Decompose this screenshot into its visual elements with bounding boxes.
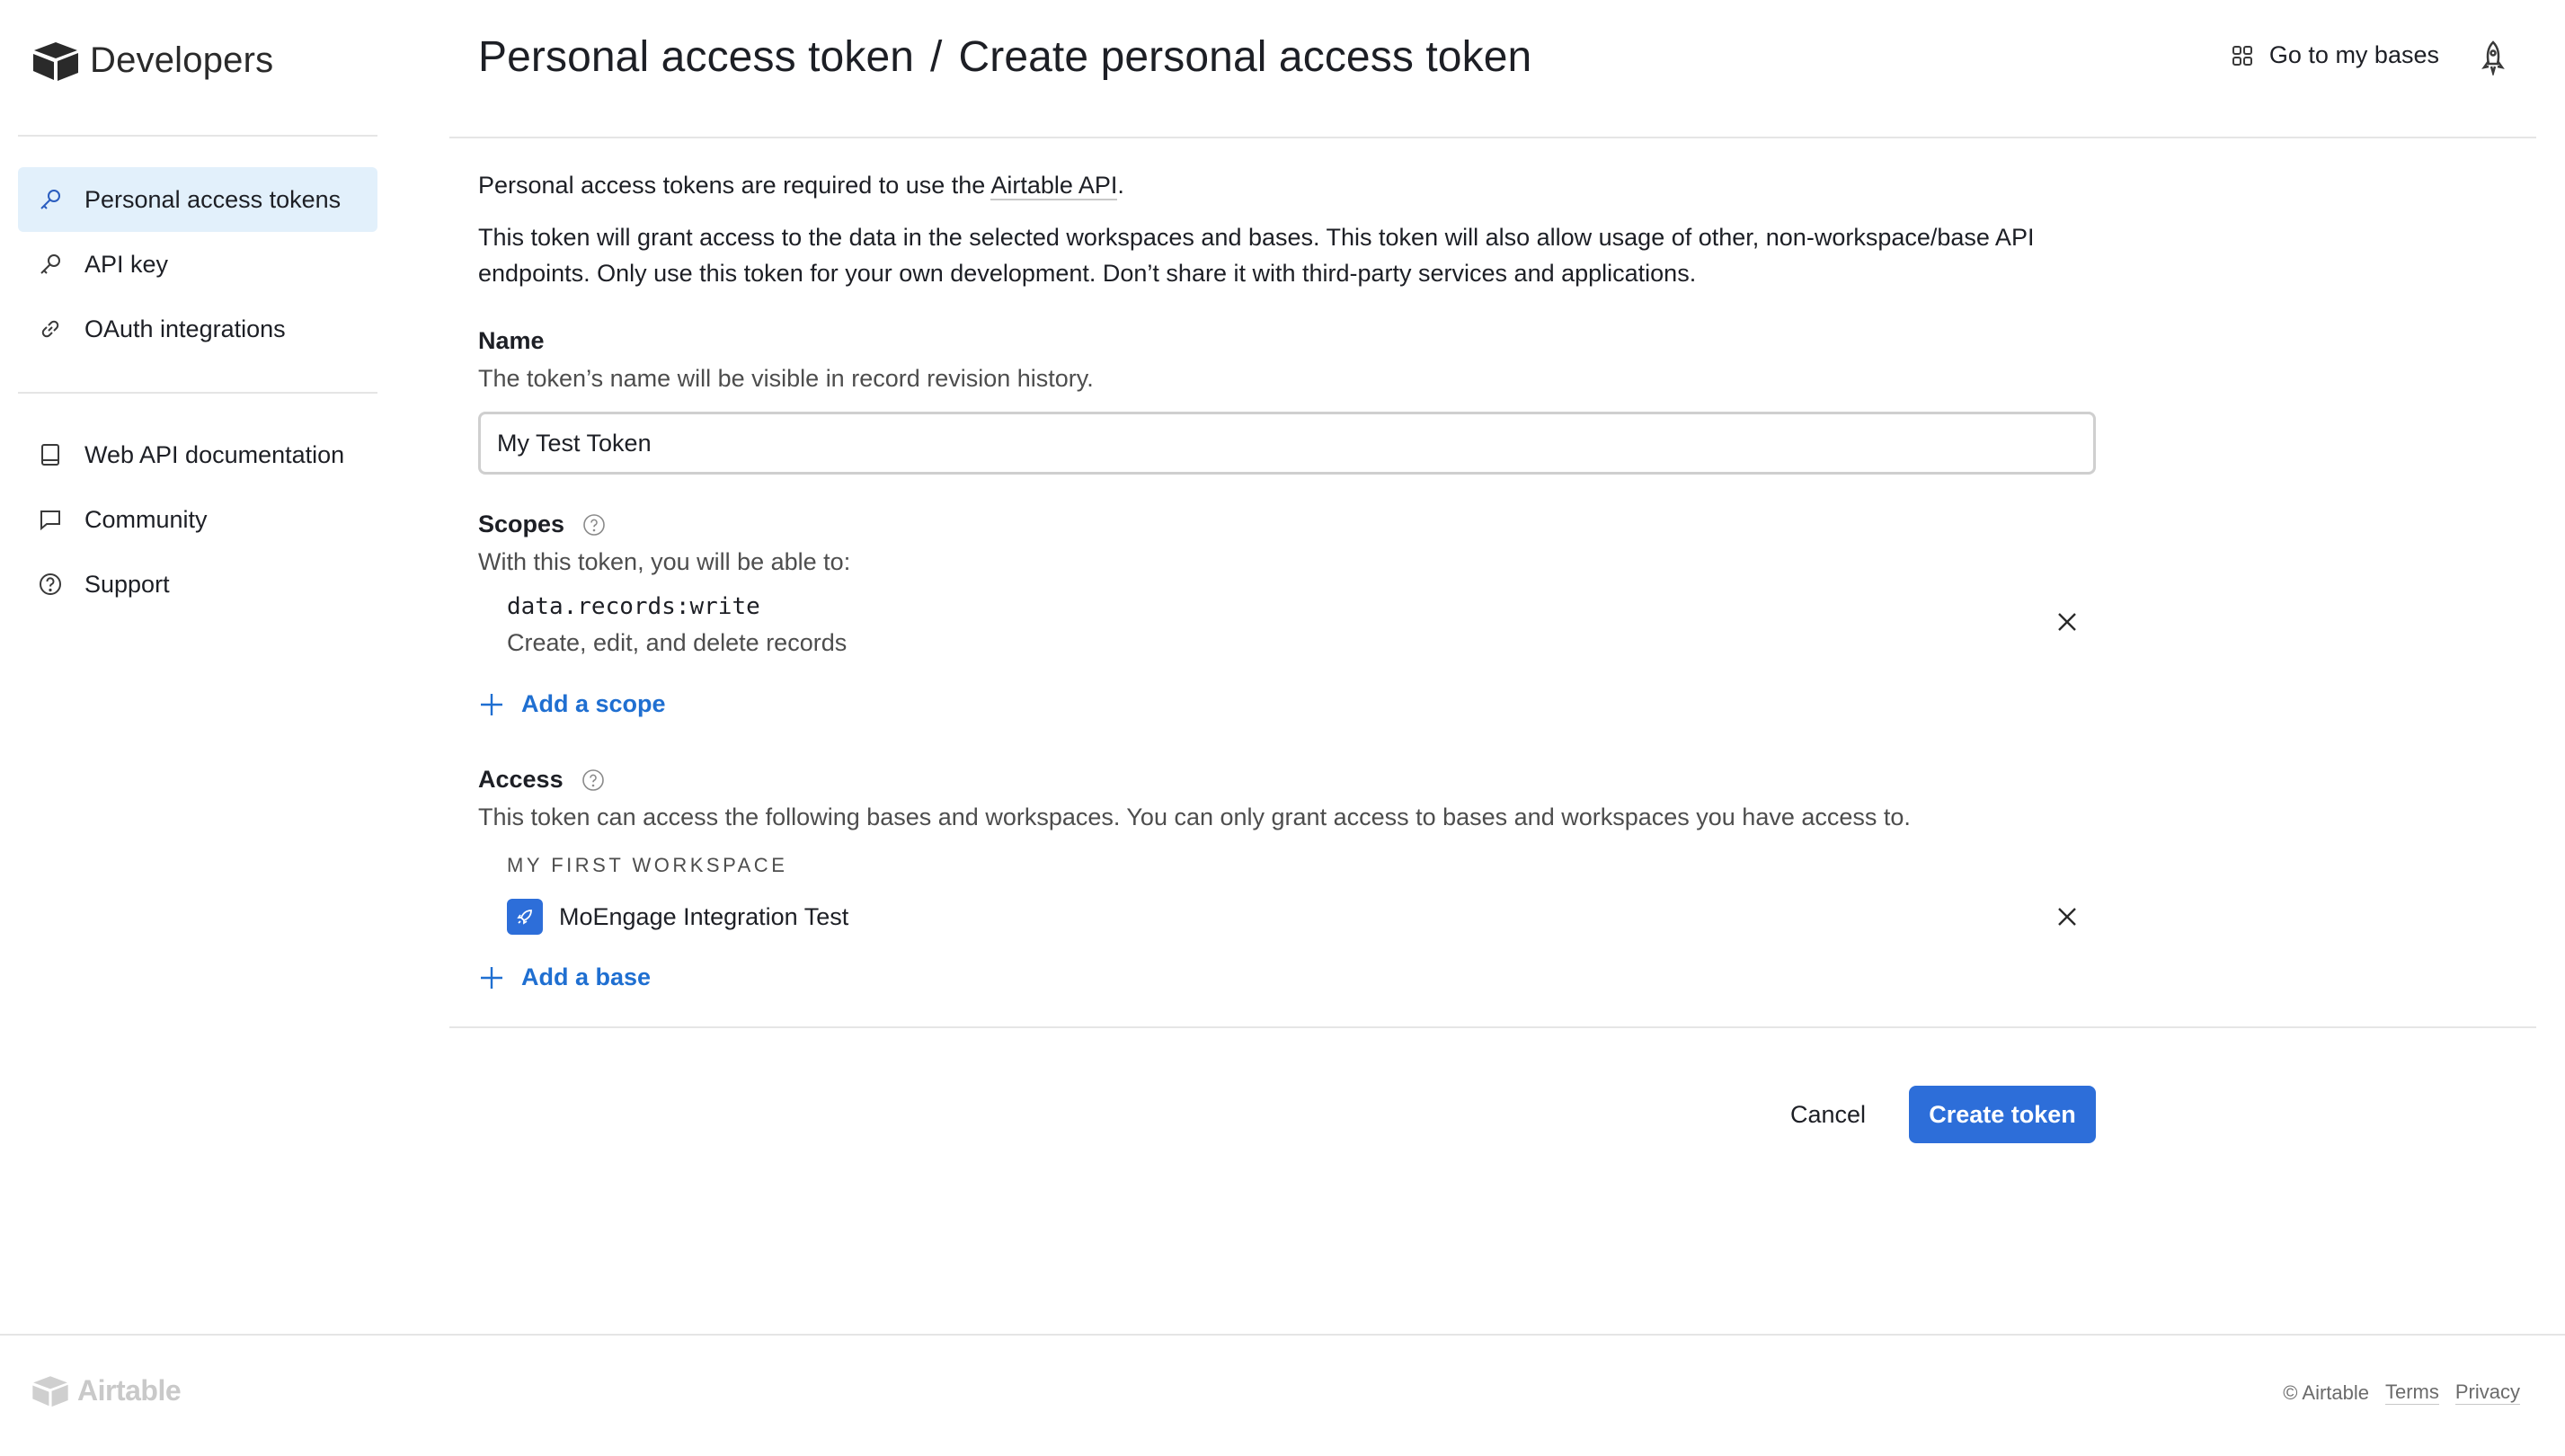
- key-icon: [36, 250, 65, 279]
- cancel-button[interactable]: Cancel: [1772, 1086, 1884, 1143]
- add-base-label: Add a base: [521, 963, 652, 990]
- book-icon: [36, 440, 65, 469]
- sidebar-item-label: Support: [84, 570, 170, 598]
- footer-divider: [0, 1334, 2565, 1336]
- sidebar-item-label: OAuth integrations: [84, 315, 286, 342]
- key-icon: [36, 185, 65, 214]
- sidebar-item-community[interactable]: Community: [18, 487, 377, 552]
- plus-icon: [481, 693, 502, 715]
- airtable-logo-icon: [33, 42, 78, 81]
- token-name-input[interactable]: [478, 412, 2096, 475]
- account-menu-button[interactable]: [2475, 40, 2511, 75]
- workspace-heading: MY FIRST WORKSPACE: [507, 854, 788, 876]
- footer-links: © Airtable Terms Privacy: [2267, 1381, 2520, 1405]
- plus-icon: [481, 966, 502, 989]
- link-icon: [36, 315, 65, 343]
- sidebar-divider: [18, 135, 377, 137]
- scope-code: data.records:write: [507, 593, 760, 620]
- sidebar-item-support[interactable]: Support: [18, 552, 377, 617]
- close-icon: [2058, 613, 2076, 631]
- intro-line-3: endpoints. Only use this token for your …: [478, 260, 1697, 287]
- page-title: Create personal access token: [958, 33, 1532, 81]
- sidebar-item-label: Personal access tokens: [84, 185, 342, 213]
- breadcrumb-separator: /: [930, 33, 943, 81]
- intro-text: .: [1117, 172, 1124, 199]
- intro-line-1: Personal access tokens are required to u…: [478, 167, 1124, 203]
- name-label: Name: [478, 327, 545, 355]
- brand[interactable]: Developers: [31, 36, 273, 84]
- access-hint: This token can access the following base…: [478, 803, 1911, 830]
- help-icon[interactable]: [582, 513, 606, 537]
- add-scope-button[interactable]: Add a scope: [478, 690, 666, 718]
- name-hint: The token’s name will be visible in reco…: [478, 365, 1094, 392]
- breadcrumb: Personal access token / Create personal ac…: [478, 32, 1531, 82]
- scopes-hint: With this token, you will be able to:: [478, 548, 851, 575]
- intro-text: Personal access tokens are required to u…: [478, 172, 991, 199]
- scopes-label-text: Scopes: [478, 510, 565, 537]
- remove-scope-button[interactable]: [2053, 608, 2081, 636]
- go-to-bases-button[interactable]: Go to my bases: [2230, 41, 2439, 69]
- name-label-text: Name: [478, 327, 545, 354]
- base-icon: [507, 899, 543, 935]
- close-icon: [2058, 908, 2076, 926]
- add-base-button[interactable]: Add a base: [478, 963, 651, 991]
- sidebar-item-oauth-integrations[interactable]: OAuth integrations: [18, 297, 377, 361]
- header-divider: [449, 137, 2536, 138]
- sidebar-item-label: Web API documentation: [84, 440, 345, 468]
- terms-link[interactable]: Terms: [2384, 1381, 2439, 1405]
- chat-icon: [36, 505, 65, 534]
- add-scope-label: Add a scope: [521, 690, 666, 717]
- footer-logo[interactable]: Airtable: [31, 1373, 182, 1407]
- brand-name: Developers: [90, 40, 274, 80]
- rocket-icon: [517, 910, 532, 925]
- footer-logo-text: Airtable: [77, 1373, 182, 1407]
- sidebar-item-personal-access-tokens[interactable]: Personal access tokens: [18, 167, 377, 232]
- header-actions: Go to my bases: [2026, 32, 2565, 83]
- sidebar-item-label: API key: [84, 250, 169, 278]
- base-name: MoEngage Integration Test: [559, 902, 849, 930]
- sidebar-divider: [18, 392, 377, 394]
- rocket-icon: [2481, 40, 2505, 75]
- scope-description: Create, edit, and delete records: [507, 629, 848, 656]
- sidebar-item-label: Community: [84, 505, 208, 533]
- access-label: Access: [478, 766, 605, 794]
- scopes-label: Scopes: [478, 510, 606, 538]
- copyright-text: © Airtable: [2283, 1381, 2369, 1404]
- airtable-api-link[interactable]: Airtable API: [990, 172, 1118, 200]
- airtable-logo-icon: [32, 1376, 68, 1407]
- privacy-link[interactable]: Privacy: [2454, 1381, 2520, 1405]
- grid-icon: [2232, 45, 2252, 66]
- intro-line-2: This token will grant access to the data…: [478, 224, 2035, 251]
- create-token-button[interactable]: Create token: [1909, 1086, 2096, 1143]
- help-icon[interactable]: [581, 768, 605, 792]
- access-label-text: Access: [478, 766, 564, 793]
- sidebar-item-web-api-documentation[interactable]: Web API documentation: [18, 422, 377, 487]
- go-to-bases-label: Go to my bases: [2268, 41, 2439, 68]
- base-row: MoEngage Integration Test: [507, 899, 848, 935]
- form-divider: [449, 1026, 2536, 1028]
- question-circle-icon: [36, 570, 65, 599]
- remove-base-button[interactable]: [2053, 902, 2081, 931]
- breadcrumb-parent[interactable]: Personal access token: [478, 33, 914, 81]
- sidebar-item-api-key[interactable]: API key: [18, 232, 377, 297]
